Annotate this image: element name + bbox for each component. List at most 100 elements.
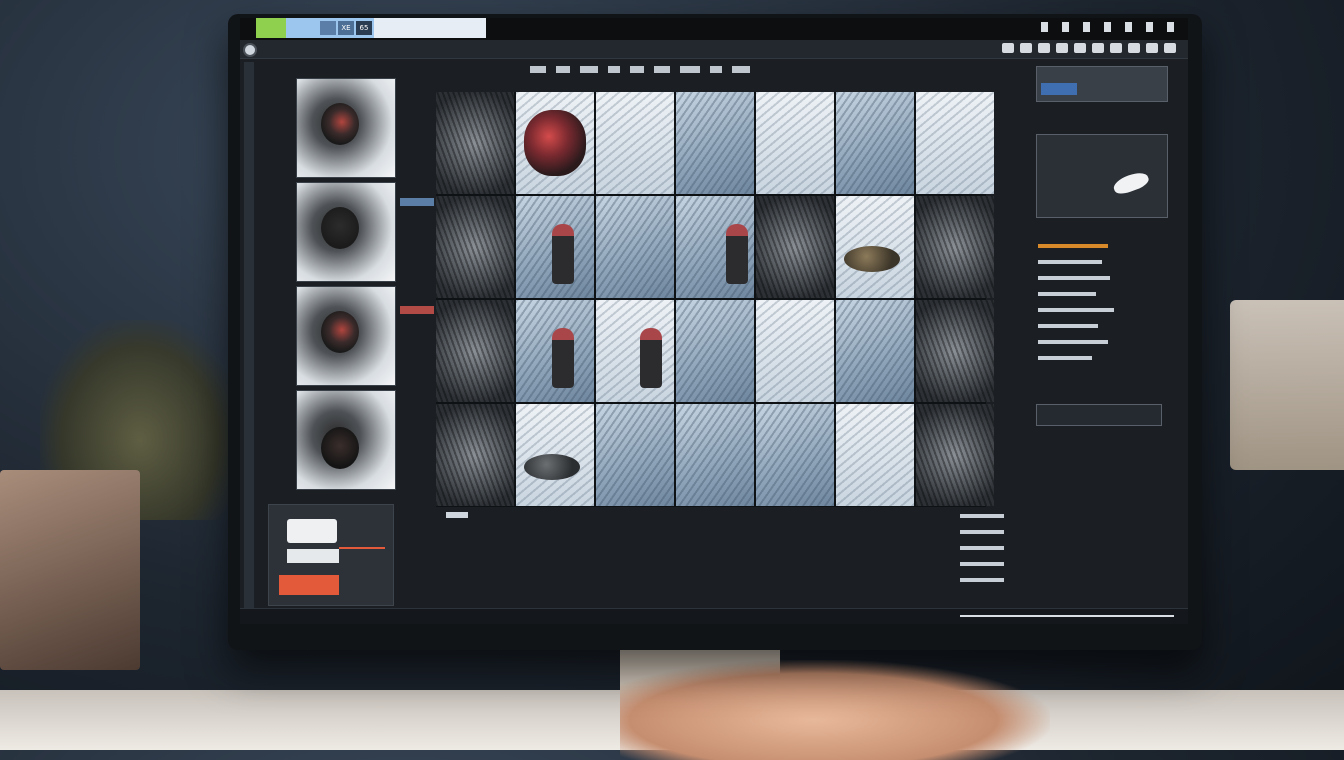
grid-cell[interactable] [916,404,994,506]
tool-icon-2[interactable] [1020,43,1032,53]
grid-cell[interactable] [756,92,834,194]
grid-cell[interactable] [836,404,914,506]
filmstrip [296,78,396,490]
tool-icon-4[interactable] [1056,43,1068,53]
image-grid-area [436,92,994,518]
toolbar-item[interactable] [530,66,546,73]
list-item[interactable] [960,562,1004,566]
grid-toolbar [530,66,750,73]
grid-cell[interactable] [676,196,754,298]
list-item[interactable] [960,546,1004,550]
property-row[interactable] [1038,356,1092,360]
toolbar-item[interactable] [680,66,700,73]
toolbar-item[interactable] [580,66,598,73]
tab-chip-icon [320,21,336,35]
grid-cell[interactable] [436,404,514,506]
tab-green[interactable] [256,18,286,38]
grid-cell[interactable] [516,300,594,402]
tray-icon-3[interactable] [1083,22,1090,32]
tool-icon-7[interactable] [1110,43,1122,53]
toolbar-item[interactable] [608,66,620,73]
grid-cell[interactable] [516,404,594,506]
marker[interactable] [400,198,434,206]
property-row[interactable] [1038,276,1110,280]
tray-icon-5[interactable] [1125,22,1132,32]
grid-cell[interactable] [596,92,674,194]
toolbar-item[interactable] [710,66,722,73]
toolbar-item[interactable] [630,66,644,73]
grid-cell[interactable] [836,300,914,402]
flower-image [524,110,586,176]
property-row[interactable] [1038,292,1096,296]
swatch-gray[interactable] [287,549,339,563]
tool-icon-10[interactable] [1164,43,1176,53]
toolbar-item[interactable] [556,66,570,73]
grid-cell[interactable] [676,92,754,194]
film-thumb[interactable] [296,286,396,386]
tab-chip-label-1: XE [338,21,354,35]
inspector-blue-field[interactable] [1041,83,1077,95]
inspector-footer-field[interactable] [1036,404,1162,426]
rock-image [844,246,900,272]
grid-cell[interactable] [516,92,594,194]
grid-cell[interactable] [596,404,674,506]
swatch-orange[interactable] [279,575,339,595]
property-row[interactable] [1038,244,1108,248]
grid-cell[interactable] [756,300,834,402]
grid-cell[interactable] [916,92,994,194]
figure-image [726,224,748,284]
property-row[interactable] [1038,340,1108,344]
grid-cell[interactable] [596,196,674,298]
grid-cell[interactable] [436,196,514,298]
tool-icon-6[interactable] [1092,43,1104,53]
menu-bar [240,40,1188,59]
toolbar [1002,43,1176,53]
list-item[interactable] [960,530,1004,534]
grid-cell[interactable] [836,92,914,194]
property-row[interactable] [1038,308,1114,312]
film-thumb[interactable] [296,182,396,282]
grid-cell[interactable] [436,92,514,194]
toolbar-item[interactable] [732,66,750,73]
grid-cell[interactable] [516,196,594,298]
property-row[interactable] [1038,260,1102,264]
grid-cell[interactable] [676,404,754,506]
swatch-line [339,547,385,549]
color-swatch-panel [268,504,394,606]
marker[interactable] [400,306,434,314]
status-bar [240,608,1188,624]
rock-image [524,454,580,480]
grid-cell[interactable] [756,404,834,506]
tool-icon-3[interactable] [1038,43,1050,53]
grid-cell[interactable] [916,196,994,298]
tool-icon-1[interactable] [1002,43,1014,53]
list-item[interactable] [960,514,1004,518]
grid-cell[interactable] [436,300,514,402]
tray-icon-1[interactable] [1041,22,1048,32]
status-progress-line [960,615,1174,617]
tray-icon-6[interactable] [1146,22,1153,32]
tab-blue[interactable]: XE 65 [286,18,382,38]
thumb-image [321,311,359,353]
tray-icon-2[interactable] [1062,22,1069,32]
grid-cell[interactable] [596,300,674,402]
film-thumb[interactable] [296,78,396,178]
swatch-white[interactable] [287,519,337,543]
toolbar-item[interactable] [654,66,670,73]
property-row[interactable] [1038,324,1098,328]
tool-icon-8[interactable] [1128,43,1140,53]
tray-icon-7[interactable] [1167,22,1174,32]
grid-cell[interactable] [676,300,754,402]
list-item[interactable] [960,578,1004,582]
screen: XE 65 [240,18,1188,624]
tool-icon-5[interactable] [1074,43,1086,53]
grid-cell[interactable] [756,196,834,298]
grid-cell[interactable] [916,300,994,402]
close-dot-icon[interactable] [243,43,257,57]
film-thumb[interactable] [296,390,396,490]
tray-icon-4[interactable] [1104,22,1111,32]
tool-icon-9[interactable] [1146,43,1158,53]
tab-light[interactable] [374,18,486,38]
grid-cell[interactable] [836,196,914,298]
system-tray [1041,22,1174,32]
